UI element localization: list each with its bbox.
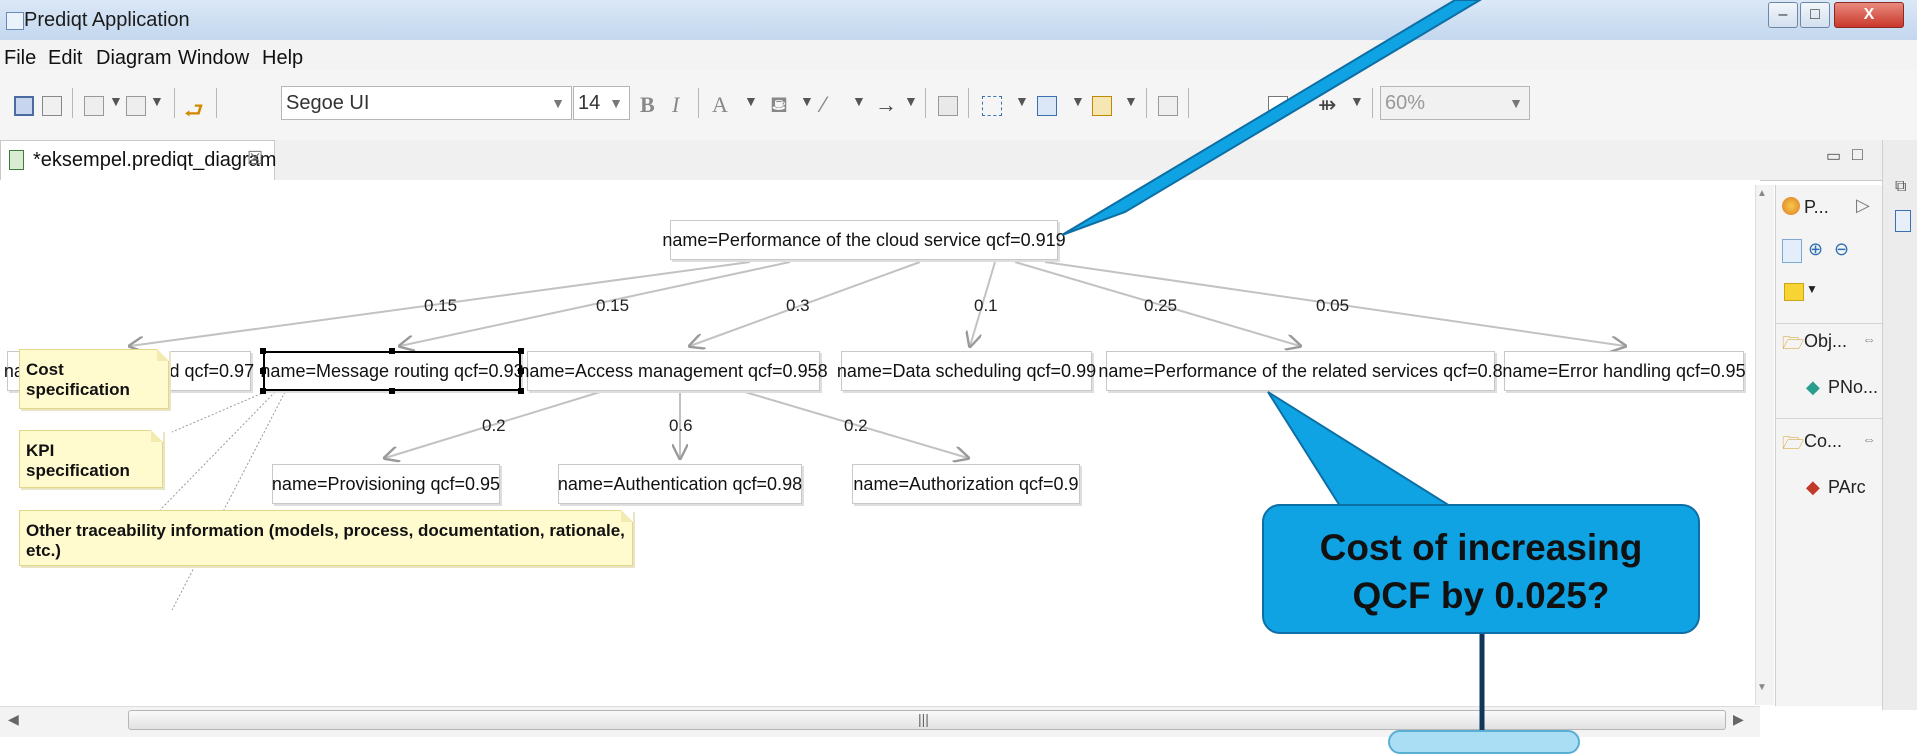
callout-line-2: QCF by 0.025? <box>1352 575 1610 616</box>
callout-text: Cost of increasing QCF by 0.025? <box>1264 524 1698 620</box>
callout-pointer <box>1267 391 1454 507</box>
callout-pointer-top <box>1061 0 1482 236</box>
callout-line-1: Cost of increasing <box>1319 527 1643 568</box>
callout-bottom-box <box>1388 730 1580 754</box>
callout-cost-question: Cost of increasing QCF by 0.025? <box>1262 504 1700 634</box>
